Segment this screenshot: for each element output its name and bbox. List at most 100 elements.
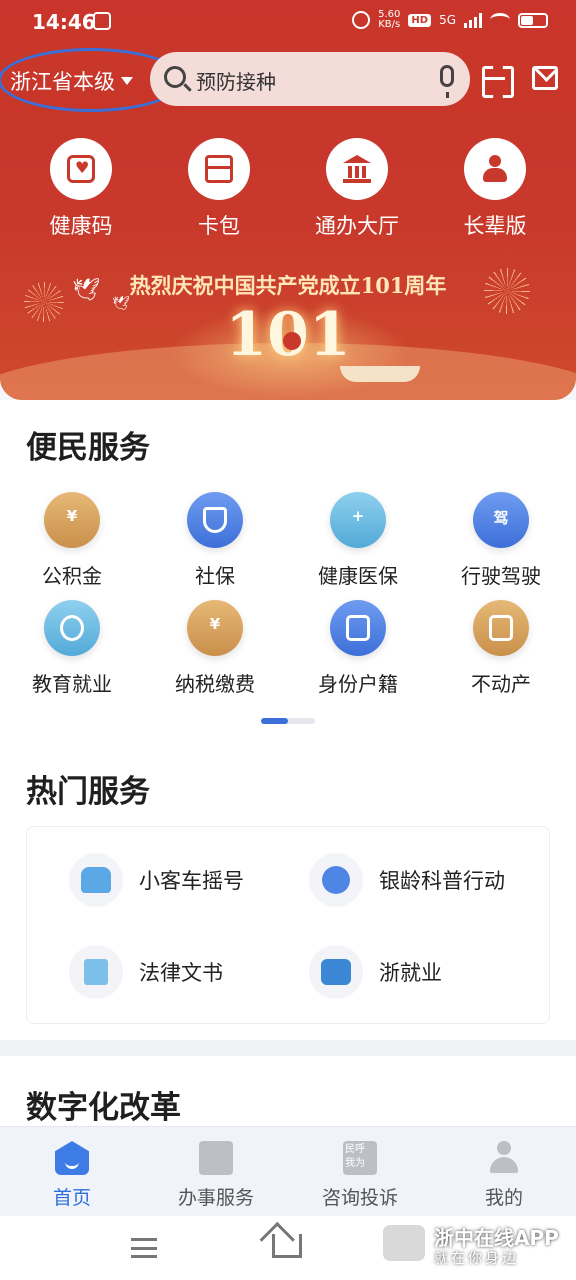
tab-label: 我的: [484, 1187, 523, 1209]
banner-slogan: 热烈庆祝中国共产党成立101周年: [129, 273, 447, 298]
service-list-icon: [199, 1141, 233, 1175]
icon-glyph: 驾: [493, 509, 509, 527]
hot-silver-science[interactable]: 银龄科普行动: [309, 853, 505, 907]
hd-badge: HD: [408, 13, 432, 27]
shield-icon: [187, 492, 243, 548]
quick-label: 通办大厅: [315, 214, 399, 238]
tab-label: 办事服务: [177, 1187, 254, 1209]
home-icon: [55, 1141, 89, 1175]
network-speed: 5.60 KB/s: [378, 10, 400, 30]
service-label: 公积金: [42, 564, 102, 588]
service-label: 身份户籍: [318, 672, 398, 696]
quick-actions: 健康码 卡包 通办大厅 长辈版: [0, 138, 576, 240]
section-divider: [0, 1040, 576, 1056]
menu-icon[interactable]: [131, 1238, 157, 1258]
quick-service-hall[interactable]: 通办大厅: [302, 138, 412, 240]
tab-consult[interactable]: 咨询投诉: [288, 1127, 432, 1216]
building-icon: [473, 600, 529, 656]
quick-health-code[interactable]: 健康码: [26, 138, 136, 240]
page-indicator: [261, 718, 315, 724]
watermark-subtitle: 就在你身边: [434, 1251, 519, 1267]
boat-icon: [340, 366, 420, 382]
service-driving[interactable]: 驾 行驶驾驶: [429, 492, 573, 589]
header-panel: 14:46 5.60 KB/s HD 5G 浙江省本级 预防接种 健康码: [0, 0, 576, 400]
flower-icon: [309, 853, 363, 907]
service-label: 教育就业: [32, 672, 112, 696]
hot-label: 浙就业: [379, 961, 442, 985]
health-code-icon: [50, 138, 112, 200]
system-home-icon[interactable]: [272, 1234, 302, 1258]
hot-label: 小客车摇号: [139, 869, 244, 893]
tab-services[interactable]: 办事服务: [144, 1127, 288, 1216]
party-emblem-icon: [283, 332, 301, 350]
status-bar: 14:46 5.60 KB/s HD 5G: [0, 0, 576, 44]
watermark: 浙中在线APP 就在你身边: [380, 1222, 570, 1272]
network-type: 5G: [439, 13, 456, 27]
medical-icon: +: [330, 492, 386, 548]
service-housing-fund[interactable]: ¥ 公积金: [0, 492, 144, 589]
microphone-icon[interactable]: [440, 65, 454, 98]
hot-label: 银龄科普行动: [379, 869, 505, 893]
id-card-icon: [330, 600, 386, 656]
service-real-estate[interactable]: 不动产: [429, 600, 573, 697]
user-icon: [487, 1141, 521, 1175]
service-label: 社保: [195, 564, 235, 588]
anniversary-banner[interactable]: 🕊 🕊 热烈庆祝中国共产党成立101周年 101: [0, 248, 576, 400]
quick-label: 卡包: [198, 214, 240, 238]
service-medical-insurance[interactable]: + 健康医保: [286, 492, 430, 589]
icon-glyph: ¥: [66, 507, 78, 525]
document-icon: [69, 945, 123, 999]
message-icon[interactable]: [532, 66, 558, 90]
quick-label: 长辈版: [463, 214, 527, 238]
battery-icon: [518, 12, 548, 28]
network-speed-unit: KB/s: [378, 19, 401, 30]
quick-elder-mode[interactable]: 长辈版: [440, 138, 550, 240]
service-education[interactable]: 教育就业: [0, 600, 144, 697]
service-social-security[interactable]: 社保: [143, 492, 287, 589]
wifi-icon: [490, 13, 510, 27]
digital-section: 数字化改革: [0, 1056, 576, 1126]
tab-home[interactable]: 首页: [0, 1127, 144, 1216]
service-label: 不动产: [471, 672, 531, 696]
service-id-registry[interactable]: 身份户籍: [286, 600, 430, 697]
elder-mode-icon: [464, 138, 526, 200]
tax-icon: ¥: [187, 600, 243, 656]
housing-fund-icon: ¥: [44, 492, 100, 548]
car-icon: [69, 853, 123, 907]
wallet-icon: [188, 138, 250, 200]
hot-zhejiang-jobs[interactable]: 浙就业: [309, 945, 442, 999]
watermark-logo: [380, 1222, 428, 1264]
signal-icon: [464, 12, 482, 28]
notification-icon: [93, 12, 111, 30]
consult-icon: [343, 1141, 377, 1175]
hot-car-lottery[interactable]: 小客车摇号: [69, 853, 244, 907]
convenience-title: 便民服务: [26, 430, 150, 466]
quick-label: 健康码: [49, 214, 113, 238]
search-icon: [164, 66, 186, 88]
hot-label: 法律文书: [139, 961, 223, 985]
search-bar[interactable]: 预防接种: [150, 52, 470, 106]
search-text: 预防接种: [196, 70, 276, 94]
hall-icon: [326, 138, 388, 200]
hot-legal-documents[interactable]: 法律文书: [69, 945, 223, 999]
service-tax[interactable]: ¥ 纳税缴费: [143, 600, 287, 697]
digital-title: 数字化改革: [26, 1090, 181, 1126]
services-section: 便民服务 ¥ 公积金 社保 + 健康医保 驾 行驶驾驶 教育就业 ¥ 纳税缴费 …: [0, 400, 576, 1040]
tab-mine[interactable]: 我的: [432, 1127, 576, 1216]
service-label: 纳税缴费: [175, 672, 255, 696]
page-indicator-active: [261, 718, 288, 724]
scan-icon[interactable]: [482, 66, 508, 92]
service-label: 健康医保: [318, 564, 398, 588]
status-time: 14:46: [32, 10, 96, 34]
hot-services-card: 小客车摇号 银龄科普行动 法律文书 浙就业: [26, 826, 550, 1024]
tab-label: 咨询投诉: [321, 1187, 398, 1209]
quick-wallet[interactable]: 卡包: [164, 138, 274, 240]
tab-label: 首页: [52, 1187, 91, 1209]
icon-glyph: ¥: [209, 615, 221, 633]
graduation-cap-icon: [44, 600, 100, 656]
briefcase-icon: [309, 945, 363, 999]
hot-title: 热门服务: [26, 774, 150, 810]
icon-glyph: +: [351, 507, 365, 525]
watermark-title: 浙中在线APP: [434, 1226, 559, 1250]
driving-license-icon: 驾: [473, 492, 529, 548]
